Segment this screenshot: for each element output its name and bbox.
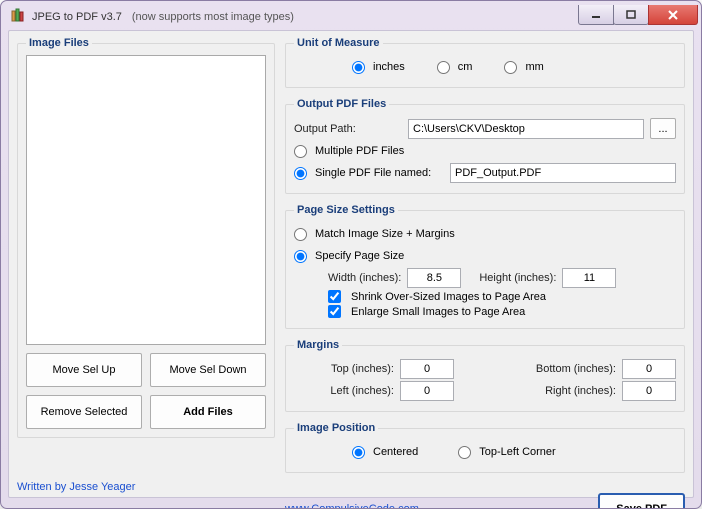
file-listbox[interactable] — [26, 55, 266, 345]
margin-bottom-input[interactable] — [622, 359, 676, 379]
unit-group: Unit of Measure inches cm mm — [285, 37, 685, 88]
topleft-radio[interactable]: Top-Left Corner — [458, 442, 555, 462]
margin-top-label: Top (inches): — [318, 363, 394, 375]
multiple-pdf-radio[interactable]: Multiple PDF Files — [294, 141, 676, 161]
margins-group: Margins Top (inches): Bottom (inches): L… — [285, 339, 685, 412]
move-sel-up-button[interactable]: Move Sel Up — [26, 353, 142, 387]
margin-top-input[interactable] — [400, 359, 454, 379]
titlebar[interactable]: JPEG to PDF v3.7 (now supports most imag… — [2, 2, 700, 30]
width-input[interactable] — [407, 268, 461, 288]
specify-size-radio[interactable]: Specify Page Size — [294, 246, 676, 266]
width-label: Width (inches): — [328, 272, 401, 284]
margin-right-label: Right (inches): — [520, 385, 616, 397]
height-label: Height (inches): — [479, 272, 556, 284]
enlarge-checkbox[interactable]: Enlarge Small Images to Page Area — [294, 305, 676, 318]
page-size-group: Page Size Settings Match Image Size + Ma… — [285, 204, 685, 329]
single-pdf-name-input[interactable] — [450, 163, 676, 183]
image-position-group: Image Position Centered Top-Left Corner — [285, 422, 685, 473]
image-files-legend: Image Files — [26, 37, 92, 49]
client-area: Image Files Move Sel Up Move Sel Down Re… — [8, 30, 694, 498]
output-group: Output PDF Files Output Path: ... Multip… — [285, 98, 685, 194]
output-legend: Output PDF Files — [294, 98, 389, 110]
margins-legend: Margins — [294, 339, 342, 351]
save-pdf-button[interactable]: Save PDF — [598, 493, 685, 509]
app-window: JPEG to PDF v3.7 (now supports most imag… — [0, 0, 702, 509]
output-path-input[interactable] — [408, 119, 644, 139]
single-pdf-radio[interactable]: Single PDF File named: — [294, 163, 444, 183]
margin-left-input[interactable] — [400, 381, 454, 401]
app-icon — [10, 8, 26, 24]
output-path-label: Output Path: — [294, 123, 402, 135]
margin-bottom-label: Bottom (inches): — [520, 363, 616, 375]
image-position-legend: Image Position — [294, 422, 378, 434]
margin-left-label: Left (inches): — [318, 385, 394, 397]
minimize-button[interactable] — [578, 5, 614, 25]
move-sel-down-button[interactable]: Move Sel Down — [150, 353, 266, 387]
margin-right-input[interactable] — [622, 381, 676, 401]
centered-radio[interactable]: Centered — [352, 442, 418, 462]
height-input[interactable] — [562, 268, 616, 288]
match-size-radio[interactable]: Match Image Size + Margins — [294, 224, 676, 244]
unit-cm-radio[interactable]: cm — [437, 57, 473, 77]
image-files-group: Image Files Move Sel Up Move Sel Down Re… — [17, 37, 275, 438]
add-files-button[interactable]: Add Files — [150, 395, 266, 429]
remove-selected-button[interactable]: Remove Selected — [26, 395, 142, 429]
window-title: JPEG to PDF v3.7 (now supports most imag… — [32, 9, 294, 23]
unit-inches-radio[interactable]: inches — [352, 57, 405, 77]
shrink-checkbox[interactable]: Shrink Over-Sized Images to Page Area — [294, 290, 676, 303]
maximize-button[interactable] — [613, 5, 649, 25]
site-link[interactable]: www.CompulsiveCode.com — [285, 503, 419, 509]
page-size-legend: Page Size Settings — [294, 204, 398, 216]
unit-legend: Unit of Measure — [294, 37, 383, 49]
author-link[interactable]: Written by Jesse Yeager — [17, 481, 135, 493]
browse-button[interactable]: ... — [650, 118, 676, 139]
unit-mm-radio[interactable]: mm — [504, 57, 543, 77]
close-button[interactable] — [648, 5, 698, 25]
